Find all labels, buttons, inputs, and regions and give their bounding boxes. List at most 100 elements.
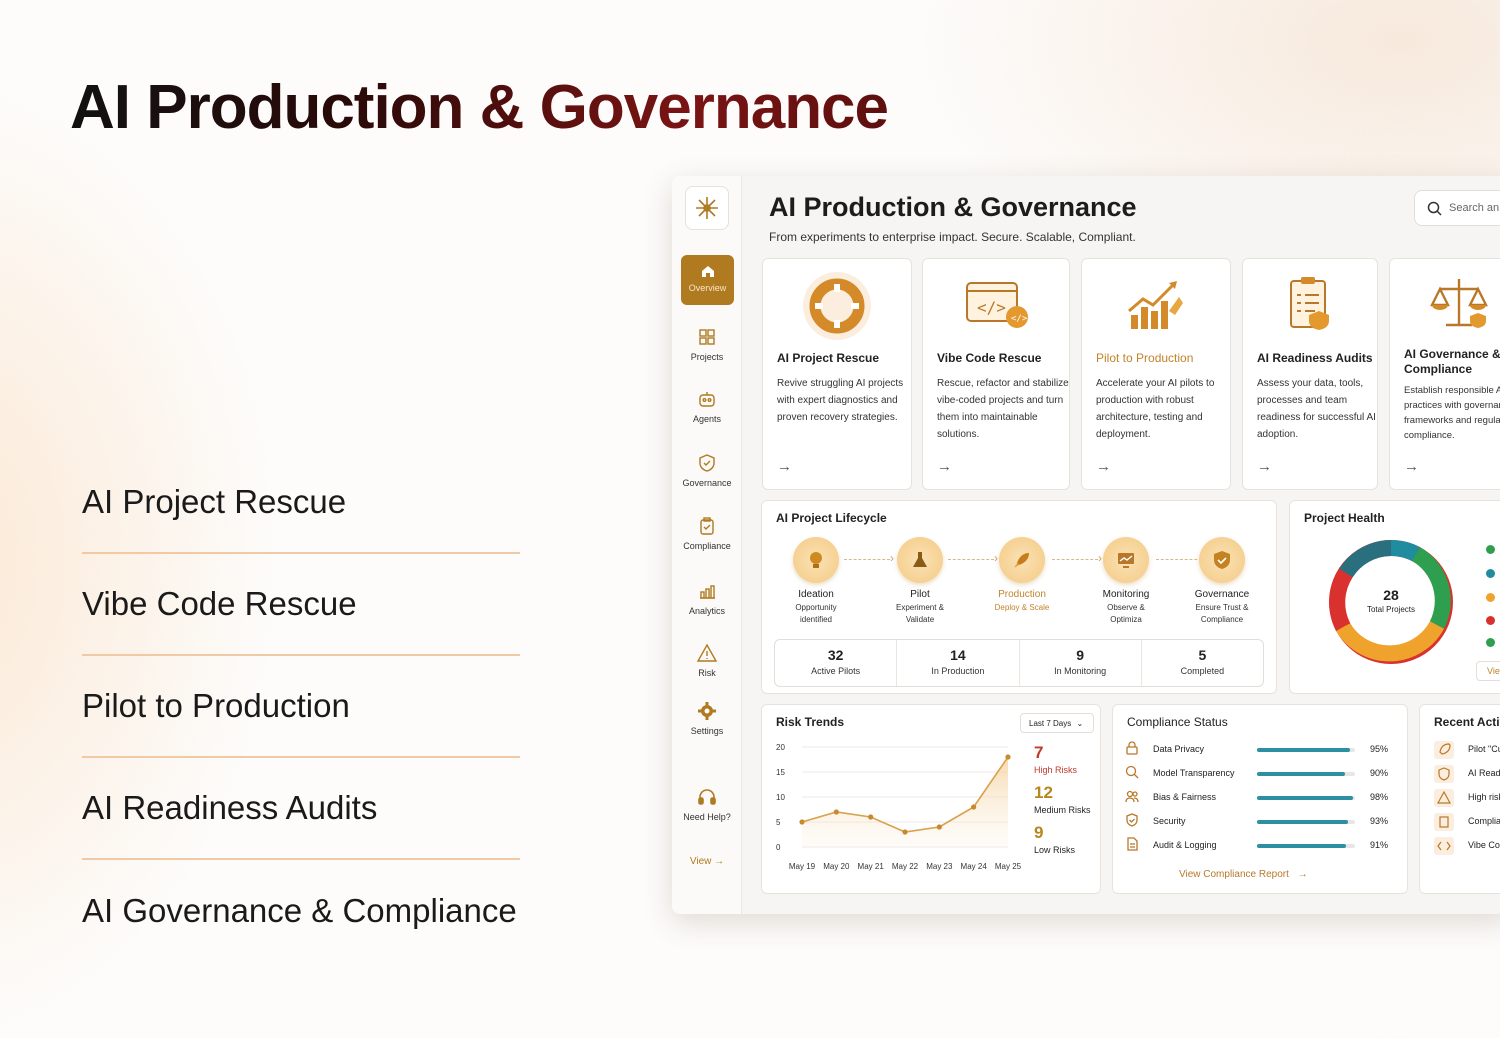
data-point — [902, 829, 908, 835]
stage-monitoring[interactable]: Monitoring Observe & Optimiza — [1074, 537, 1178, 626]
shield-icon — [699, 454, 715, 472]
monitor-chart-icon — [1118, 553, 1134, 568]
search-input[interactable]: Search an — [1414, 190, 1500, 226]
stat-in-production: 14 In Production — [897, 640, 1020, 686]
sidebar: Overview Projects Agents Governance Comp… — [672, 176, 742, 914]
stat-value: 5 — [1198, 647, 1207, 663]
menu-item-ai-readiness-audits[interactable]: AI Readiness Audits — [82, 758, 520, 860]
compliance-fill — [1257, 820, 1349, 824]
stage-ideation[interactable]: Ideation Opportunity identified — [764, 537, 868, 626]
lightbulb-icon — [810, 552, 822, 568]
compliance-bar — [1257, 844, 1355, 848]
x-tick-label: May 23 — [926, 862, 953, 871]
compliance-row: Data Privacy 95% — [1125, 741, 1395, 759]
card-desc: Assess your data, tools, processes and t… — [1257, 378, 1376, 440]
nav-help[interactable]: Need Help? — [672, 786, 742, 822]
audit-clipboard-icon — [1290, 277, 1329, 330]
stat-active-pilots: 32 Active Pilots — [775, 640, 898, 686]
nav-label: Overview — [688, 283, 727, 293]
compliance-name: Security — [1153, 816, 1186, 826]
card-title: Vibe Code Rescue — [937, 351, 1042, 365]
nav-label: Agents — [692, 414, 722, 424]
home-icon — [701, 266, 714, 277]
stage-desc: Observe & Optimiza — [1107, 603, 1145, 624]
compliance-title: Compliance Status — [1127, 715, 1228, 729]
card-ai-project-rescue[interactable]: AI Project Rescue Revive struggling AI p… — [762, 258, 912, 490]
compliance-name: Audit & Logging — [1153, 840, 1217, 850]
flask-icon — [913, 552, 927, 567]
x-tick-label: May 24 — [961, 862, 988, 871]
code-icon — [1434, 837, 1454, 855]
arrow-right-icon[interactable]: → — [937, 458, 952, 475]
nav-governance[interactable]: Governance — [672, 452, 742, 488]
nav-analytics[interactable]: Analytics — [672, 580, 742, 616]
logo[interactable] — [685, 186, 729, 230]
compliance-row: Security 93% — [1125, 813, 1395, 831]
menu-item-ai-project-rescue[interactable]: AI Project Rescue — [82, 452, 520, 554]
menu-item-pilot-to-production[interactable]: Pilot to Production — [82, 656, 520, 758]
view-compliance-report-link[interactable]: View Compliance Report → — [1179, 869, 1308, 880]
stage-desc: Opportunity identified — [795, 603, 837, 624]
nav-compliance[interactable]: Compliance — [672, 515, 742, 551]
nav-settings[interactable]: Settings — [672, 700, 742, 736]
service-menu: AI Project Rescue Vibe Code Rescue Pilot… — [82, 452, 520, 962]
card-pilot-to-production[interactable]: Pilot to Production Accelerate your AI p… — [1081, 258, 1231, 490]
stage-name: Monitoring — [1102, 589, 1150, 600]
lifecycle-stats: 32 Active Pilots 14 In Production 9 In Moni… — [774, 639, 1264, 687]
arrow-right-icon[interactable]: → — [1404, 458, 1419, 475]
card-desc: Establish responsible AI practices with … — [1404, 385, 1500, 441]
legend-dot — [1486, 545, 1495, 554]
card-ai-governance-compliance[interactable]: AI Governance & Compliance Establish res… — [1389, 258, 1500, 490]
compliance-pct: 91% — [1370, 840, 1389, 850]
card-vibe-code-rescue[interactable]: </> </> Vibe Code Rescue Rescue, refactor… — [922, 258, 1070, 490]
nav-label: Compliance — [683, 541, 731, 551]
legend-dot — [1486, 638, 1495, 647]
card-desc: Accelerate your AI pilots to production … — [1096, 378, 1215, 440]
data-point — [868, 814, 874, 820]
stage-desc: Ensure Trust & Compliance — [1195, 603, 1249, 624]
menu-item-ai-governance-compliance[interactable]: AI Governance & Compliance — [82, 860, 520, 962]
page-title: AI Production & Governance — [769, 192, 1137, 222]
users-icon — [1125, 790, 1139, 803]
period-select[interactable]: Last 7 Days ⌄ — [1020, 713, 1094, 733]
nav-risk[interactable]: Risk — [672, 642, 742, 678]
stage-pilot[interactable]: Pilot Experiment & Validate — [868, 537, 972, 626]
lifecycle-panel: AI Project Lifecycle Ideation Opportunit… — [761, 500, 1277, 694]
compliance-name: Data Privacy — [1153, 744, 1205, 754]
sidebar-view-link[interactable]: View → — [672, 856, 742, 867]
compliance-row: Audit & Logging 91% — [1125, 837, 1395, 855]
recent-activity-panel: Recent Activ Pilot "Cu AI Readi High ris… — [1419, 704, 1500, 894]
document-icon — [1127, 837, 1138, 851]
stat-label: In Production — [931, 666, 985, 676]
stat-label: Active Pilots — [811, 666, 861, 676]
compliance-fill — [1257, 796, 1354, 800]
health-total: 28 — [1383, 587, 1399, 603]
health-view-button[interactable]: Vie — [1476, 661, 1500, 681]
x-tick-label: May 25 — [995, 862, 1022, 871]
risk-label-low: Low Risks — [1034, 845, 1076, 855]
shield-icon — [1434, 765, 1454, 783]
card-ai-readiness-audits[interactable]: AI Readiness Audits Assess your data, to… — [1242, 258, 1378, 490]
compliance-fill — [1257, 844, 1347, 848]
activity-text: Pilot "Cu — [1468, 744, 1500, 754]
compliance-fill — [1257, 772, 1346, 776]
card-desc: Revive struggling AI projects with exper… — [777, 378, 904, 423]
health-total-label: Total Projects — [1366, 605, 1416, 614]
stage-name: Governance — [1194, 589, 1250, 600]
link-label: View Compliance Report — [1179, 869, 1289, 880]
stage-production[interactable]: Production Deploy & Scale — [970, 537, 1074, 614]
lifebuoy-icon — [803, 272, 871, 340]
legend-dot — [1486, 569, 1495, 578]
nav-overview[interactable]: Overview — [681, 255, 734, 305]
card-title: AI Project Rescue — [777, 351, 880, 365]
nav-agents[interactable]: Agents — [672, 388, 742, 424]
arrow-right-icon[interactable]: → — [777, 458, 792, 475]
stage-governance[interactable]: Governance Ensure Trust & Compliance — [1170, 537, 1274, 626]
menu-item-vibe-code-rescue[interactable]: Vibe Code Rescue — [82, 554, 520, 656]
arrow-right-icon[interactable]: → — [1096, 458, 1111, 475]
nav-projects[interactable]: Projects — [672, 326, 742, 362]
period-value: Last 7 Days — [1029, 719, 1072, 728]
arrow-right-icon[interactable]: → — [1257, 458, 1272, 475]
risk-count-medium: 12 — [1034, 783, 1053, 802]
page-subtitle: From experiments to enterprise impact. S… — [769, 230, 1136, 244]
